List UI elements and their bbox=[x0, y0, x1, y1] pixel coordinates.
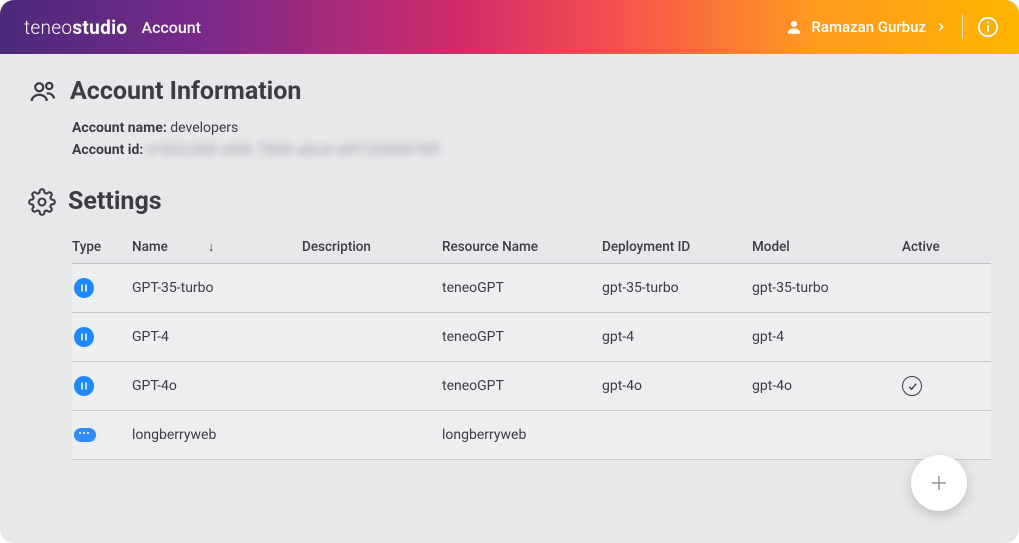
table-row[interactable]: longberryweb longberryweb bbox=[72, 411, 991, 460]
account-info-heading: Account Information bbox=[28, 76, 991, 106]
table-body: GPT-35-turboteneoGPTgpt-35-turbogpt-35-t… bbox=[72, 264, 991, 460]
cell-type bbox=[72, 278, 132, 298]
col-description-header[interactable]: Description bbox=[302, 239, 442, 255]
user-icon bbox=[785, 18, 803, 36]
brand-thin: teneo bbox=[24, 16, 72, 39]
account-id-label: Account id: bbox=[72, 142, 143, 158]
settings-section: Settings Type Name ↓ Description Resourc… bbox=[28, 187, 991, 460]
account-info-block: Account name: developers Account id: a1b… bbox=[72, 118, 991, 161]
header-section-label: Account bbox=[141, 18, 201, 37]
cell-active bbox=[902, 376, 1019, 396]
table-row[interactable]: GPT-4oteneoGPTgpt-4ogpt-4o bbox=[72, 362, 991, 411]
openai-type-icon bbox=[74, 376, 94, 396]
info-icon bbox=[977, 16, 999, 38]
add-button[interactable] bbox=[911, 455, 967, 511]
openai-type-icon bbox=[74, 278, 94, 298]
table-row[interactable]: GPT-35-turboteneoGPTgpt-35-turbogpt-35-t… bbox=[72, 264, 991, 313]
col-model-header[interactable]: Model bbox=[752, 239, 902, 255]
account-name-value: developers bbox=[170, 120, 238, 136]
cell-model: gpt-4 bbox=[752, 329, 902, 345]
app-header: teneostudio Account Ramazan Gurbuz bbox=[0, 0, 1019, 54]
gear-icon bbox=[28, 188, 56, 216]
account-name-row: Account name: developers bbox=[72, 118, 991, 140]
table-row[interactable]: GPT-4teneoGPTgpt-4gpt-4 bbox=[72, 313, 991, 362]
cell-resource-name: teneoGPT bbox=[442, 378, 602, 394]
cell-deployment-id: gpt-35-turbo bbox=[602, 280, 752, 296]
col-active-header[interactable]: Active bbox=[902, 239, 1019, 255]
cell-resource-name: teneoGPT bbox=[442, 280, 602, 296]
header-divider bbox=[962, 15, 963, 39]
brand-logo: teneostudio bbox=[24, 16, 127, 39]
account-id-row: Account id: a1b2c3d4 e5f6 7890 abcd ef01… bbox=[72, 140, 991, 162]
chevron-right-icon bbox=[934, 20, 948, 34]
cloud-type-icon bbox=[74, 428, 96, 442]
col-type-header[interactable]: Type bbox=[72, 239, 132, 255]
brand-bold: studio bbox=[72, 16, 127, 39]
settings-heading: Settings bbox=[28, 187, 991, 216]
cell-resource-name: teneoGPT bbox=[442, 329, 602, 345]
cell-name: longberryweb bbox=[132, 427, 302, 443]
sort-descending-icon: ↓ bbox=[208, 239, 215, 255]
app-window: teneostudio Account Ramazan Gurbuz bbox=[0, 0, 1019, 543]
col-deployment-id-header[interactable]: Deployment ID bbox=[602, 239, 752, 255]
cell-model: gpt-35-turbo bbox=[752, 280, 902, 296]
cell-deployment-id: gpt-4o bbox=[602, 378, 752, 394]
table-header-row: Type Name ↓ Description Resource Name De… bbox=[72, 230, 991, 264]
col-resource-name-header[interactable]: Resource Name bbox=[442, 239, 602, 255]
cell-type bbox=[72, 376, 132, 396]
active-check-icon bbox=[902, 376, 922, 396]
cell-model: gpt-4o bbox=[752, 378, 902, 394]
cell-name: GPT-35-turbo bbox=[132, 280, 302, 296]
account-name-label: Account name: bbox=[72, 120, 167, 136]
account-id-value: a1b2c3d4 e5f6 7890 abcd ef0123456789 bbox=[147, 140, 440, 162]
account-info-title: Account Information bbox=[70, 77, 301, 106]
openai-type-icon bbox=[74, 327, 94, 347]
settings-title: Settings bbox=[68, 187, 162, 216]
col-name-header[interactable]: Name ↓ bbox=[132, 239, 302, 255]
cell-deployment-id: gpt-4 bbox=[602, 329, 752, 345]
plus-icon bbox=[927, 471, 951, 495]
cell-type bbox=[72, 327, 132, 347]
user-name-label: Ramazan Gurbuz bbox=[811, 18, 926, 36]
users-icon bbox=[28, 76, 58, 106]
info-button[interactable] bbox=[977, 16, 999, 38]
user-menu[interactable]: Ramazan Gurbuz bbox=[785, 18, 948, 36]
cell-resource-name: longberryweb bbox=[442, 427, 602, 443]
content-area: Account Information Account name: develo… bbox=[0, 54, 1019, 460]
cell-name: GPT-4o bbox=[132, 378, 302, 394]
cell-name: GPT-4 bbox=[132, 329, 302, 345]
cell-type bbox=[72, 428, 132, 442]
settings-table: Type Name ↓ Description Resource Name De… bbox=[72, 230, 991, 460]
col-name-header-label: Name bbox=[132, 239, 168, 255]
